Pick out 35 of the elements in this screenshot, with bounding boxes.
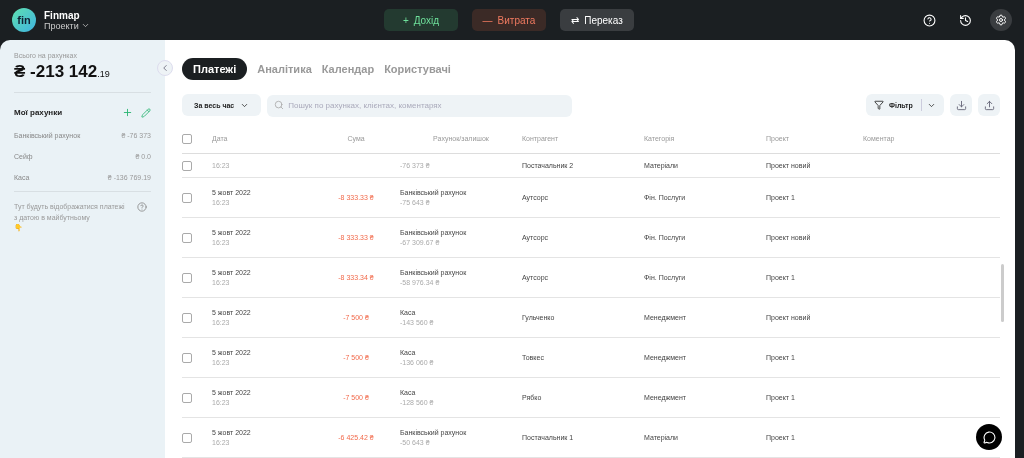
income-button[interactable]: + Дохід [384,9,458,31]
checkbox[interactable] [182,272,192,283]
scrollbar[interactable] [1001,264,1004,322]
checkbox[interactable] [182,432,192,443]
projects-dropdown[interactable]: Проекти [44,20,384,31]
tab[interactable]: Платежі [182,58,248,80]
checkbox[interactable] [182,392,192,403]
checkbox[interactable] [182,160,192,171]
search-field[interactable]: Пошук по рахунках, клієнтах, коментарях [267,94,573,117]
app-logo: fin [12,8,36,32]
accounts-title: Мої рахунки [14,108,64,117]
download-icon[interactable] [950,94,972,116]
tab[interactable]: Користувачі [384,58,451,80]
upload-icon[interactable] [978,94,1000,116]
total-balance: ₴ -213 142.19 [14,62,151,93]
edit-icon[interactable] [141,107,151,118]
transfer-button[interactable]: ⇄ Переказ [560,9,634,31]
add-icon[interactable] [122,107,133,118]
collapse-button[interactable] [157,60,173,76]
settings-icon[interactable] [990,9,1012,31]
chat-button[interactable] [976,424,1002,450]
search-icon [274,100,285,110]
caret-icon [80,21,90,30]
checkbox[interactable] [182,192,192,203]
funnel-icon [874,100,884,110]
expense-button[interactable]: — Витрата [472,9,546,31]
checkbox[interactable] [182,133,192,144]
chevron-left-icon [160,63,170,73]
checkbox[interactable] [182,352,192,363]
checkbox[interactable] [182,232,192,243]
app-name: Finmap [44,9,81,21]
tab[interactable]: Календар [321,58,375,80]
tab[interactable]: Аналітика [257,58,312,80]
chat-bubble-icon [982,430,996,444]
checkbox[interactable] [182,312,192,323]
